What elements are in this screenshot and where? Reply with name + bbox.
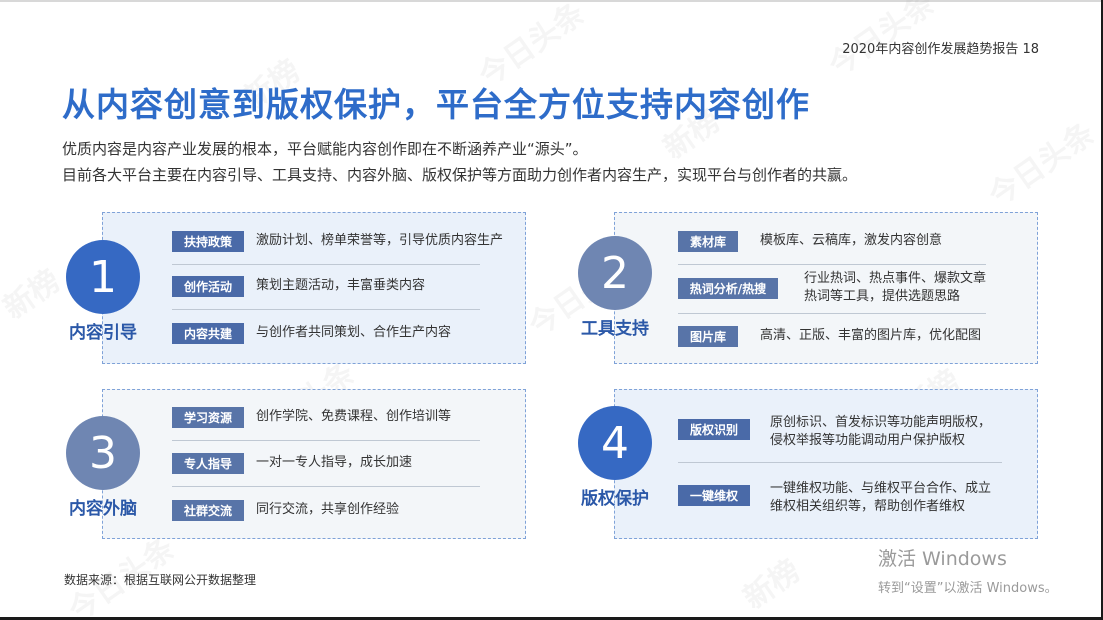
item-desc: 原创标识、首发标识等功能声明版权， — [770, 415, 992, 430]
watermark: 今日头条 — [982, 116, 1102, 214]
section-number-badge: 2 — [578, 236, 652, 310]
item-desc: 一对一专人指导，成长加速 — [256, 455, 413, 470]
divider — [172, 440, 480, 441]
tag-mentoring: 专人指导 — [172, 453, 244, 474]
report-title: 2020年内容创作发展趋势报告 18 — [842, 42, 1039, 57]
item-desc: 一键维权功能、与维权平台合作、成立 — [770, 481, 992, 496]
section-number-badge: 3 — [66, 416, 140, 490]
activation-hint: 转到“设置”以激活 Windows。 — [878, 581, 1058, 596]
tag-community-exchange: 社群交流 — [172, 500, 244, 521]
tag-one-click-rights: 一键维权 — [678, 485, 750, 506]
divider — [678, 313, 986, 314]
divider — [172, 486, 480, 487]
item-desc: 维权相关组织等，帮助创作者维权 — [770, 499, 966, 514]
data-source-note: 数据来源：根据互联网公开数据整理 — [64, 573, 257, 587]
item-desc: 高清、正版、丰富的图片库，优化配图 — [760, 328, 982, 343]
item-desc: 侵权举报等功能调动用户保护版权 — [770, 433, 966, 448]
section-number-badge: 1 — [66, 240, 140, 314]
item-desc: 模板库、云稿库，激发内容创意 — [760, 233, 943, 248]
panel-copyright-protection — [614, 389, 1038, 539]
watermark: 新榜 — [737, 553, 807, 617]
section-label: 内容引导 — [69, 323, 137, 343]
tag-learning-resources: 学习资源 — [172, 407, 244, 428]
divider — [172, 264, 480, 265]
divider — [172, 309, 480, 310]
divider — [678, 264, 986, 265]
tag-support-policy: 扶持政策 — [172, 231, 244, 252]
tag-co-creation: 内容共建 — [172, 323, 244, 344]
tag-creation-activity: 创作活动 — [172, 276, 244, 297]
tag-image-library: 图片库 — [678, 326, 738, 347]
item-desc: 激励计划、榜单荣誉等，引导优质内容生产 — [256, 233, 504, 248]
item-desc: 策划主题活动，丰富垂类内容 — [256, 278, 426, 293]
intro-line: 目前各大平台主要在内容引导、工具支持、内容外脑、版权保护等方面助力创作者内容生产… — [62, 166, 858, 184]
page-title: 从内容创意到版权保护，平台全方位支持内容创作 — [62, 85, 810, 124]
intro-line: 优质内容是内容产业发展的根本，平台赋能内容创作即在不断涵养产业“源头”。 — [62, 140, 588, 158]
tag-copyright-identification: 版权识别 — [678, 419, 750, 440]
activation-title: 激活 Windows — [878, 548, 1007, 570]
item-desc: 行业热词、热点事件、爆款文章 — [804, 271, 987, 286]
item-desc: 创作学院、免费课程、创作培训等 — [256, 409, 452, 424]
item-desc: 同行交流，共享创作经验 — [256, 502, 400, 517]
intro-text: 优质内容是内容产业发展的根本，平台赋能内容创作即在不断涵养产业“源头”。 目前各… — [62, 136, 857, 188]
section-number-badge: 4 — [578, 406, 652, 480]
tag-hotword-analysis: 热词分析/热搜 — [678, 278, 778, 299]
watermark: 新榜 — [0, 263, 67, 327]
section-label: 版权保护 — [581, 489, 649, 509]
section-label: 内容外脑 — [69, 499, 137, 519]
tag-material-library: 素材库 — [678, 231, 738, 252]
item-desc: 热词等工具，提供选题思路 — [804, 289, 961, 304]
slide-top-border — [0, 0, 1103, 2]
divider — [678, 462, 1002, 463]
windows-activation-watermark: 激活 Windows 转到“设置”以激活 Windows。 — [878, 544, 1058, 596]
item-desc: 与创作者共同策划、合作生产内容 — [256, 325, 452, 340]
section-label: 工具支持 — [581, 319, 649, 339]
